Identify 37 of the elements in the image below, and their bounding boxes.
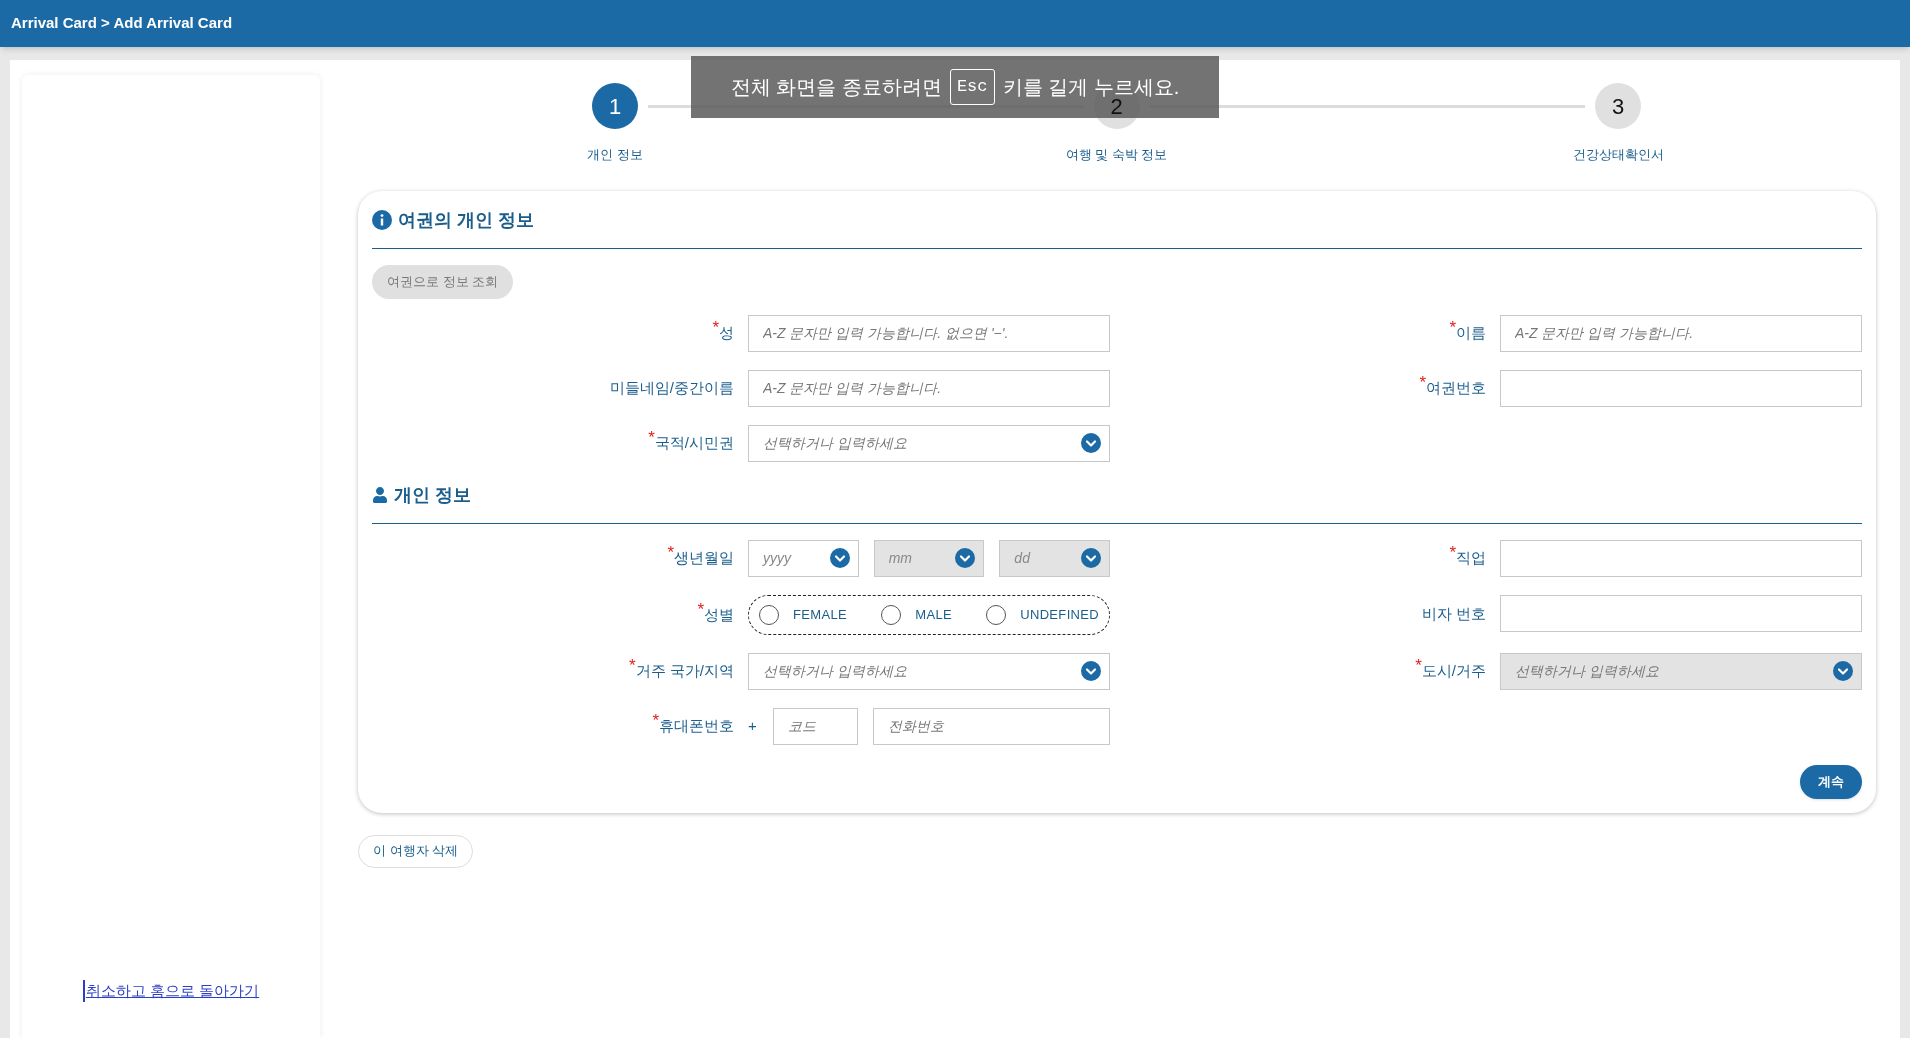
- step-label: 건강상태확인서: [1572, 146, 1664, 164]
- info-icon: [372, 210, 392, 230]
- chevron-down-icon: [829, 548, 850, 568]
- chevron-down-icon: [1833, 661, 1853, 681]
- section-title: 여권의 개인 정보: [398, 208, 534, 232]
- date-select[interactable]: yyyy: [748, 539, 859, 577]
- breadcrumb: Arrival Card > Add Arrival Card: [11, 13, 233, 34]
- chevron-down-icon: [1081, 661, 1101, 681]
- country-code-field[interactable]: 코드: [773, 707, 858, 745]
- radio-option[interactable]: UNDEFINED: [986, 604, 1099, 625]
- text-field[interactable]: [1500, 594, 1862, 632]
- section-title: 개인 정보: [394, 483, 471, 507]
- text-field[interactable]: [1500, 369, 1862, 407]
- plus-sign: +: [748, 715, 758, 736]
- select-field[interactable]: 선택하거나 입력하세요: [748, 424, 1110, 462]
- continue-button[interactable]: 계속: [1800, 764, 1862, 799]
- text-field[interactable]: A-Z 문자만 입력 가능합니다.: [748, 369, 1110, 407]
- text-field[interactable]: A-Z 문자만 입력 가능합니다.: [1500, 314, 1862, 352]
- esc-key: Esc: [949, 69, 995, 105]
- phone-number-field[interactable]: 전화번호: [873, 707, 1110, 745]
- radio-option[interactable]: FEMALE: [759, 604, 847, 625]
- delete-traveler-button[interactable]: 이 여행자 삭제: [358, 834, 474, 868]
- chevron-down-icon: [1081, 433, 1101, 453]
- person-icon: [372, 487, 388, 503]
- step-label: 개인 정보: [587, 146, 643, 164]
- text-field[interactable]: [1500, 539, 1862, 577]
- chevron-down-icon: [955, 548, 976, 568]
- cancel-home-link[interactable]: 취소하고 홈으로 돌아가기: [82, 979, 260, 1002]
- select-field[interactable]: 선택하거나 입력하세요: [748, 652, 1110, 690]
- text-field[interactable]: A-Z 문자만 입력 가능합니다. 없으면 '−'.: [748, 314, 1110, 352]
- radio-option[interactable]: MALE: [881, 604, 952, 625]
- chevron-down-icon: [1081, 548, 1101, 568]
- toast-text: 전체 화면을 종료하려면: [730, 75, 942, 100]
- field-label: 비자 번호: [1421, 604, 1486, 625]
- field-label: 미들네임/중간이름: [609, 377, 734, 398]
- toast-text: 키를 길게 누르세요.: [1002, 75, 1180, 99]
- step-label: 여행 및 숙박 정보: [1065, 146, 1168, 164]
